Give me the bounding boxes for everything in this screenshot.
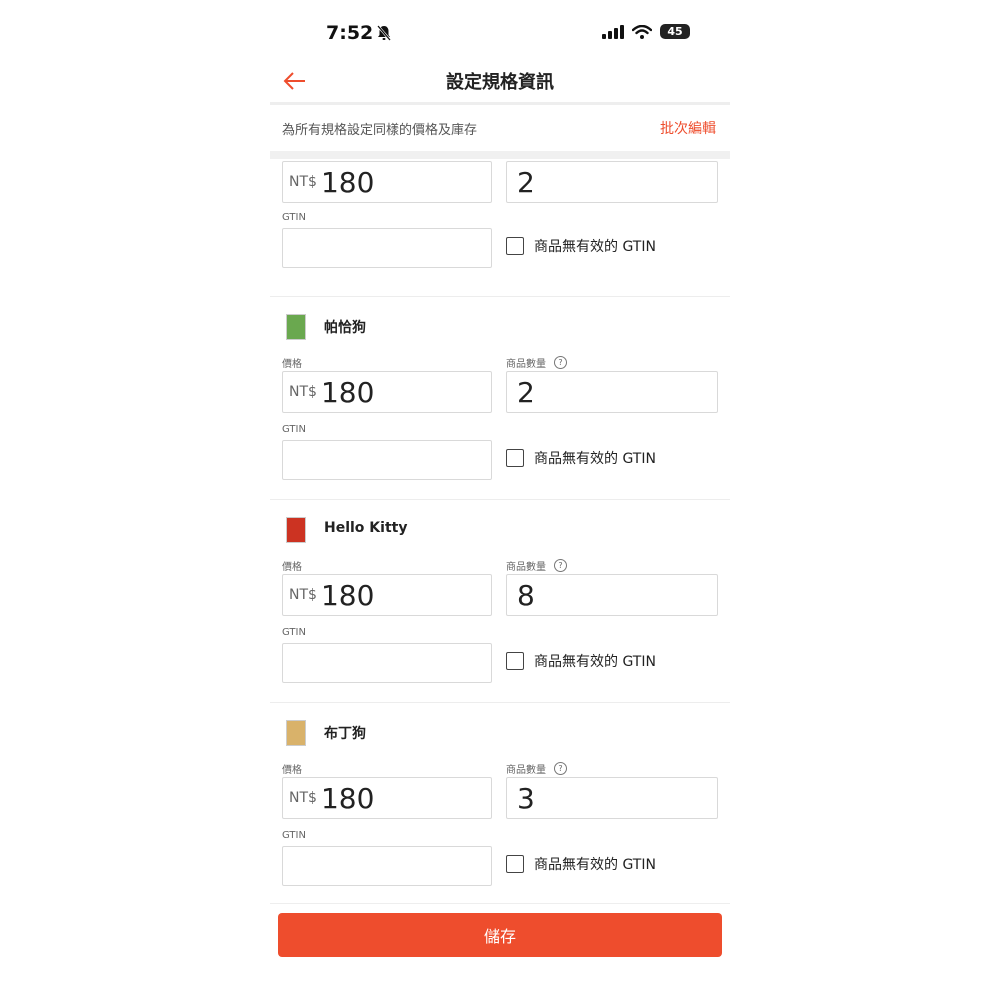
- quantity-input[interactable]: 3: [506, 777, 718, 819]
- price-value: 180: [320, 375, 375, 409]
- no-gtin-label: 商品無有效的 GTIN: [534, 654, 656, 670]
- gtin-label: GTIN: [282, 627, 306, 638]
- footer: 儲存: [270, 903, 730, 1000]
- variant-header: Hello Kitty: [270, 500, 730, 556]
- no-gtin-checkbox[interactable]: 商品無有效的 GTIN: [506, 236, 656, 256]
- quantity-label-group: 商品數量 ?: [506, 558, 567, 573]
- no-gtin-label: 商品無有效的 GTIN: [534, 239, 656, 255]
- currency-label: NT$: [289, 790, 317, 806]
- variant-card: NT$ 180 2 GTIN 商品無有效的 GTIN: [270, 159, 730, 297]
- price-label: 價格: [282, 562, 302, 573]
- gtin-row: 商品無有效的 GTIN: [270, 440, 730, 506]
- help-icon[interactable]: ?: [554, 762, 567, 775]
- batch-edit-button[interactable]: 批次編輯: [660, 118, 716, 138]
- quantity-input[interactable]: 2: [506, 161, 718, 203]
- gtin-label-row: GTIN: [270, 627, 730, 643]
- variant-card: 帕恰狗 價格 商品數量 ? NT$ 180 2 GTIN 商品無有效的 GTIN: [270, 297, 730, 500]
- quantity-label-group: 商品數量 ?: [506, 761, 567, 776]
- checkbox-box[interactable]: [506, 652, 524, 670]
- variant-name: 帕恰狗: [324, 320, 366, 336]
- quantity-label: 商品數量: [506, 359, 546, 370]
- currency-label: NT$: [289, 174, 317, 190]
- gtin-input[interactable]: [282, 846, 492, 886]
- variant-list[interactable]: NT$ 180 2 GTIN 商品無有效的 GTIN 帕恰狗 價格 商品數量 ?…: [270, 159, 730, 903]
- status-icons: 45: [602, 24, 690, 39]
- wifi-icon: [632, 24, 652, 39]
- batch-description: 為所有規格設定同樣的價格及庫存: [282, 123, 478, 138]
- page-title: 設定規格資訊: [446, 72, 554, 93]
- quantity-label: 商品數量: [506, 562, 546, 573]
- status-time: 7:52: [326, 22, 393, 44]
- battery-level: 45: [667, 25, 683, 38]
- price-input[interactable]: NT$ 180: [282, 777, 492, 819]
- no-gtin-checkbox[interactable]: 商品無有效的 GTIN: [506, 448, 656, 468]
- labels-row: 價格 商品數量 ?: [270, 759, 730, 777]
- gtin-label: GTIN: [282, 212, 306, 223]
- variant-name: Hello Kitty: [324, 520, 408, 536]
- status-bar: 7:52 45: [270, 0, 730, 60]
- variant-header: 布丁狗: [270, 703, 730, 759]
- currency-label: NT$: [289, 384, 317, 400]
- price-value: 180: [320, 165, 375, 199]
- currency-label: NT$: [289, 587, 317, 603]
- inputs-row: NT$ 180 2: [270, 161, 730, 218]
- variant-card: Hello Kitty 價格 商品數量 ? NT$ 180 8 GTIN 商品無…: [270, 500, 730, 703]
- price-label: 價格: [282, 359, 302, 370]
- gtin-label: GTIN: [282, 424, 306, 435]
- labels-row: 價格 商品數量 ?: [270, 556, 730, 574]
- labels-row: 價格 商品數量 ?: [270, 353, 730, 371]
- gtin-label-row: GTIN: [270, 212, 730, 228]
- cellular-signal-icon: [602, 24, 624, 39]
- quantity-value: 8: [517, 578, 535, 612]
- variant-thumbnail: [286, 314, 306, 340]
- batch-settings-row: 為所有規格設定同樣的價格及庫存 批次編輯: [270, 105, 730, 151]
- gtin-input[interactable]: [282, 440, 492, 480]
- price-input[interactable]: NT$ 180: [282, 371, 492, 413]
- price-label: 價格: [282, 765, 302, 776]
- gtin-row: 商品無有效的 GTIN: [270, 643, 730, 709]
- no-gtin-checkbox[interactable]: 商品無有效的 GTIN: [506, 651, 656, 671]
- quantity-label-group: 商品數量 ?: [506, 355, 567, 370]
- quantity-value: 2: [517, 375, 535, 409]
- gtin-input[interactable]: [282, 228, 492, 268]
- bell-muted-icon: [377, 25, 392, 41]
- save-button[interactable]: 儲存: [278, 913, 722, 957]
- quantity-label: 商品數量: [506, 765, 546, 776]
- no-gtin-checkbox[interactable]: 商品無有效的 GTIN: [506, 854, 656, 874]
- no-gtin-label: 商品無有效的 GTIN: [534, 451, 656, 467]
- price-input[interactable]: NT$ 180: [282, 574, 492, 616]
- no-gtin-label: 商品無有效的 GTIN: [534, 857, 656, 873]
- gtin-label-row: GTIN: [270, 424, 730, 440]
- variant-name: 布丁狗: [324, 726, 366, 742]
- checkbox-box[interactable]: [506, 855, 524, 873]
- variant-thumbnail: [286, 720, 306, 746]
- checkbox-box[interactable]: [506, 449, 524, 467]
- variant-thumbnail: [286, 517, 306, 543]
- price-value: 180: [320, 578, 375, 612]
- checkbox-box[interactable]: [506, 237, 524, 255]
- inputs-row: NT$ 180 2: [270, 371, 730, 428]
- help-icon[interactable]: ?: [554, 356, 567, 369]
- quantity-value: 3: [517, 781, 535, 815]
- price-value: 180: [320, 781, 375, 815]
- gtin-label-row: GTIN: [270, 830, 730, 846]
- inputs-row: NT$ 180 3: [270, 777, 730, 834]
- header: 設定規格資訊: [270, 60, 730, 102]
- price-input[interactable]: NT$ 180: [282, 161, 492, 203]
- inputs-row: NT$ 180 8: [270, 574, 730, 631]
- variant-card: 布丁狗 價格 商品數量 ? NT$ 180 3 GTIN 商品無有效的 GTIN: [270, 703, 730, 903]
- phone-screen: 7:52 45 設定規格資訊 為所有規格設定同樣的價格及庫存 批次編輯 NT$ …: [270, 0, 730, 1000]
- quantity-input[interactable]: 2: [506, 371, 718, 413]
- help-icon[interactable]: ?: [554, 559, 567, 572]
- gtin-label: GTIN: [282, 830, 306, 841]
- quantity-value: 2: [517, 165, 535, 199]
- quantity-input[interactable]: 8: [506, 574, 718, 616]
- time-text: 7:52: [326, 22, 374, 44]
- variant-header: 帕恰狗: [270, 297, 730, 353]
- gtin-row: 商品無有效的 GTIN: [270, 846, 730, 903]
- section-divider: [270, 151, 730, 159]
- gtin-input[interactable]: [282, 643, 492, 683]
- gtin-row: 商品無有效的 GTIN: [270, 228, 730, 294]
- battery-icon: 45: [660, 24, 690, 39]
